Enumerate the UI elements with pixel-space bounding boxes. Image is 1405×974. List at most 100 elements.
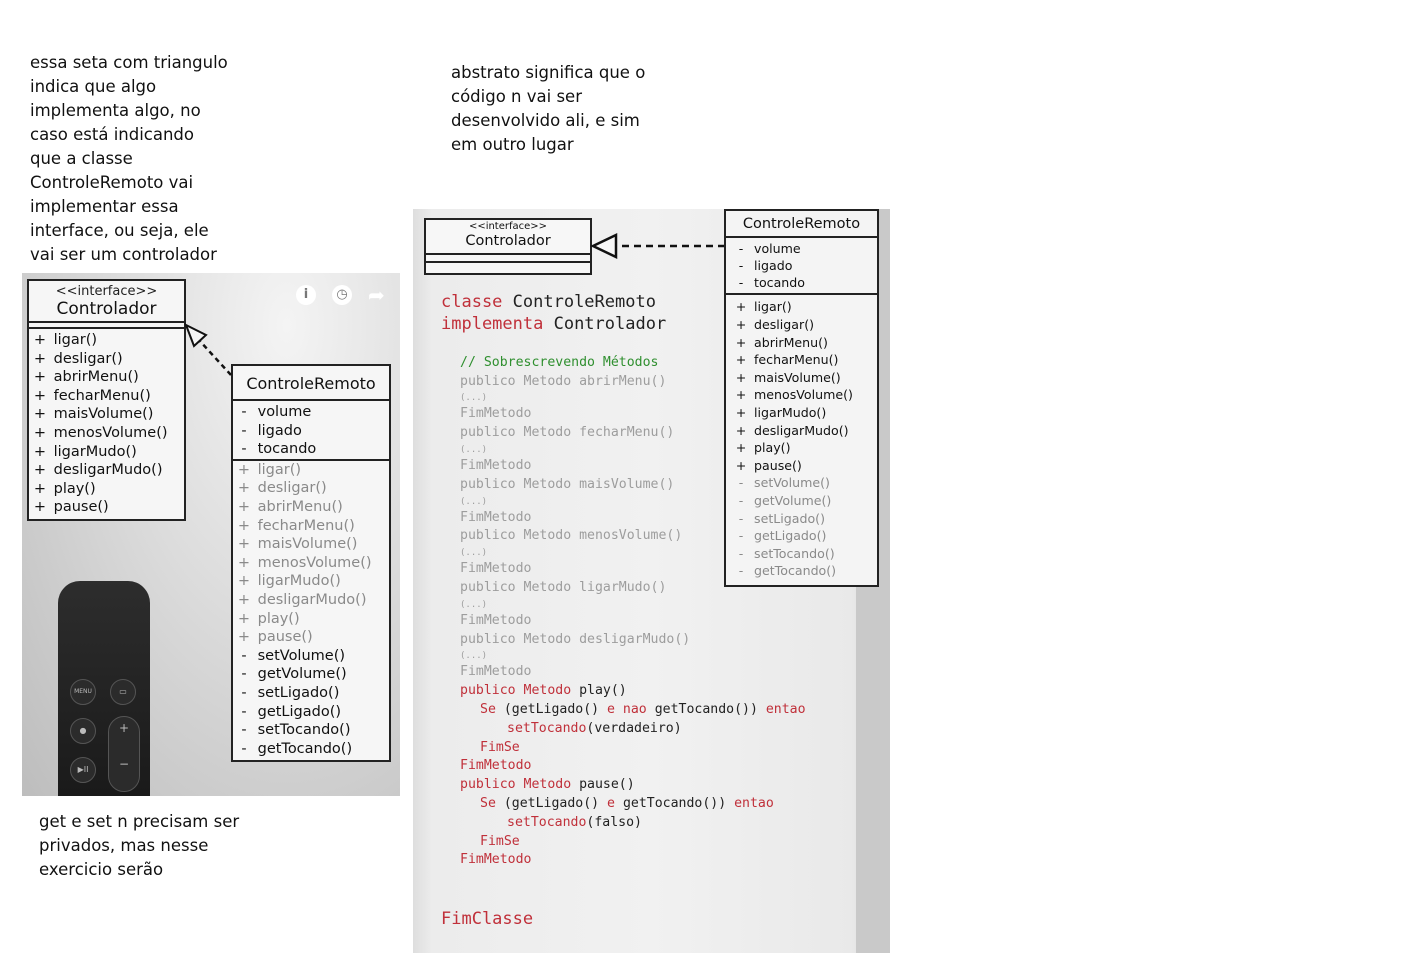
note-line: essa seta com triangulo [30,53,228,72]
code-token: publico Metodo menosVolume() [460,528,683,544]
tv-icon: ▭ [110,679,136,705]
code-line: (...) [441,598,806,612]
class-attribute: - tocando [732,275,877,292]
code-line: setTocando(falso) [441,814,806,833]
code-line: (...) [441,495,806,509]
code-line: publico Metodo play() [441,682,806,701]
code-token: FimMetodo [460,664,532,680]
code-line: // Sobrescrevendo Métodos [441,354,806,373]
member-name: ligado [750,257,793,273]
share-icon[interactable]: ➦ [368,283,385,307]
code-line: (...) [441,443,806,457]
code-token: (...) [460,599,488,610]
code-token: FimMetodo [460,561,532,577]
note-line: implementar essa [30,197,179,216]
code-token: publico Metodo maisVolume() [460,476,675,492]
code-token: FimSe [480,833,520,849]
code-token: (getLigado() [503,795,608,811]
code-token: FimMetodo [460,758,532,774]
code-token: FimMetodo [460,612,532,628]
class-attributes-2: - volume - ligado - tocando [726,236,877,293]
code-token: e nao [607,701,655,717]
code-line: FimMetodo [441,851,806,870]
code-token: (falso) [586,814,642,830]
code-token: FimSe [480,739,520,755]
visibility-marker: - [738,257,744,273]
code-line: FimMetodo [441,509,806,528]
code-token: entao [734,795,774,811]
code-line: FimMetodo [441,757,806,776]
code-token: setTocando [507,814,587,830]
code-token: (...) [460,548,488,559]
code-line: classe ControleRemoto [441,291,806,313]
code-token: classe [441,292,513,312]
code-token: publico Metodo [460,683,580,699]
note-implements-arrow: essa seta com triangulo indica que algo im… [30,51,228,267]
code-token: FimMetodo [460,457,532,473]
note-line: vai ser um controlador [30,245,217,264]
code-line: FimMetodo [441,457,806,476]
note-line: indica que algo [30,77,157,96]
member-name: volume [750,241,801,256]
remote-play-button: ▶II [70,757,96,783]
code-line: publico Metodo fecharMenu() [441,424,806,443]
code-token: e [607,795,623,811]
code-token: publico Metodo fecharMenu() [460,425,675,441]
code-token: publico Metodo [460,777,580,793]
volume-minus-label: − [118,757,130,771]
code-line: FimMetodo [441,612,806,631]
code-token: setTocando [507,720,587,736]
code-token: Se [480,701,504,717]
code-token: (...) [460,444,488,455]
note-line: abstrato significa que o [451,63,646,82]
code-line: Se (getLigado() e getTocando()) entao [441,795,806,814]
pseudocode-block: classe ControleRemoto implementa Controla… [441,291,806,930]
note-line: ControleRemoto vai [30,173,194,192]
note-line: caso está indicando [30,125,195,144]
note-line: privados, mas nesse [39,836,209,855]
code-token: Controlador [553,314,667,334]
code-token: entao [765,701,806,717]
code-token: publico Metodo ligarMudo() [460,579,667,595]
note-abstract: abstrato significa que o código n vai ser… [451,61,645,157]
code-line: Se (getLigado() e nao getTocando()) enta… [441,701,806,720]
code-token: getTocando()) [654,701,766,717]
note-line: exercicio serão [39,860,164,879]
mic-icon: ● [70,718,96,744]
code-token: pause() [579,777,635,793]
uml-screenshot-left: <<interface>> Controlador + ligar() + des… [22,273,400,796]
info-icon[interactable]: i [296,285,316,305]
code-token: implementa [441,314,554,334]
remote-control-image: MENU ▭ ● ▶II + − [58,581,150,796]
code-line: implementa Controlador [441,313,806,335]
code-line: FimMetodo [441,560,806,579]
clock-icon[interactable]: ◷ [332,285,352,305]
code-token: (...) [460,651,488,662]
code-token: ControleRemoto [512,292,656,312]
code-line: FimClasse [441,908,806,930]
code-token: FimClasse [441,908,534,929]
note-line: que a classe [30,149,133,168]
code-token: FimMetodo [460,509,532,525]
code-line: (...) [441,391,806,405]
code-token: Se [480,795,504,811]
code-line: FimSe [441,739,806,758]
note-line: em outro lugar [451,135,574,154]
code-token: FimMetodo [460,406,532,422]
code-token: (verdadeiro) [586,720,682,736]
code-line: publico Metodo ligarMudo() [441,579,806,598]
note-line: get e set n precisam ser [39,812,240,831]
code-token: FimMetodo [460,852,532,868]
code-line: (...) [441,649,806,663]
code-token: (getLigado() [503,701,608,717]
code-token: publico Metodo desligarMudo() [460,631,691,647]
code-line: FimMetodo [441,405,806,424]
member-name: tocando [750,274,805,290]
code-line: publico Metodo pause() [441,776,806,795]
code-line: setTocando(verdadeiro) [441,720,806,739]
note-line: implementa algo, no [30,101,201,120]
code-line: publico Metodo maisVolume() [441,476,806,495]
visibility-marker: - [738,274,744,290]
